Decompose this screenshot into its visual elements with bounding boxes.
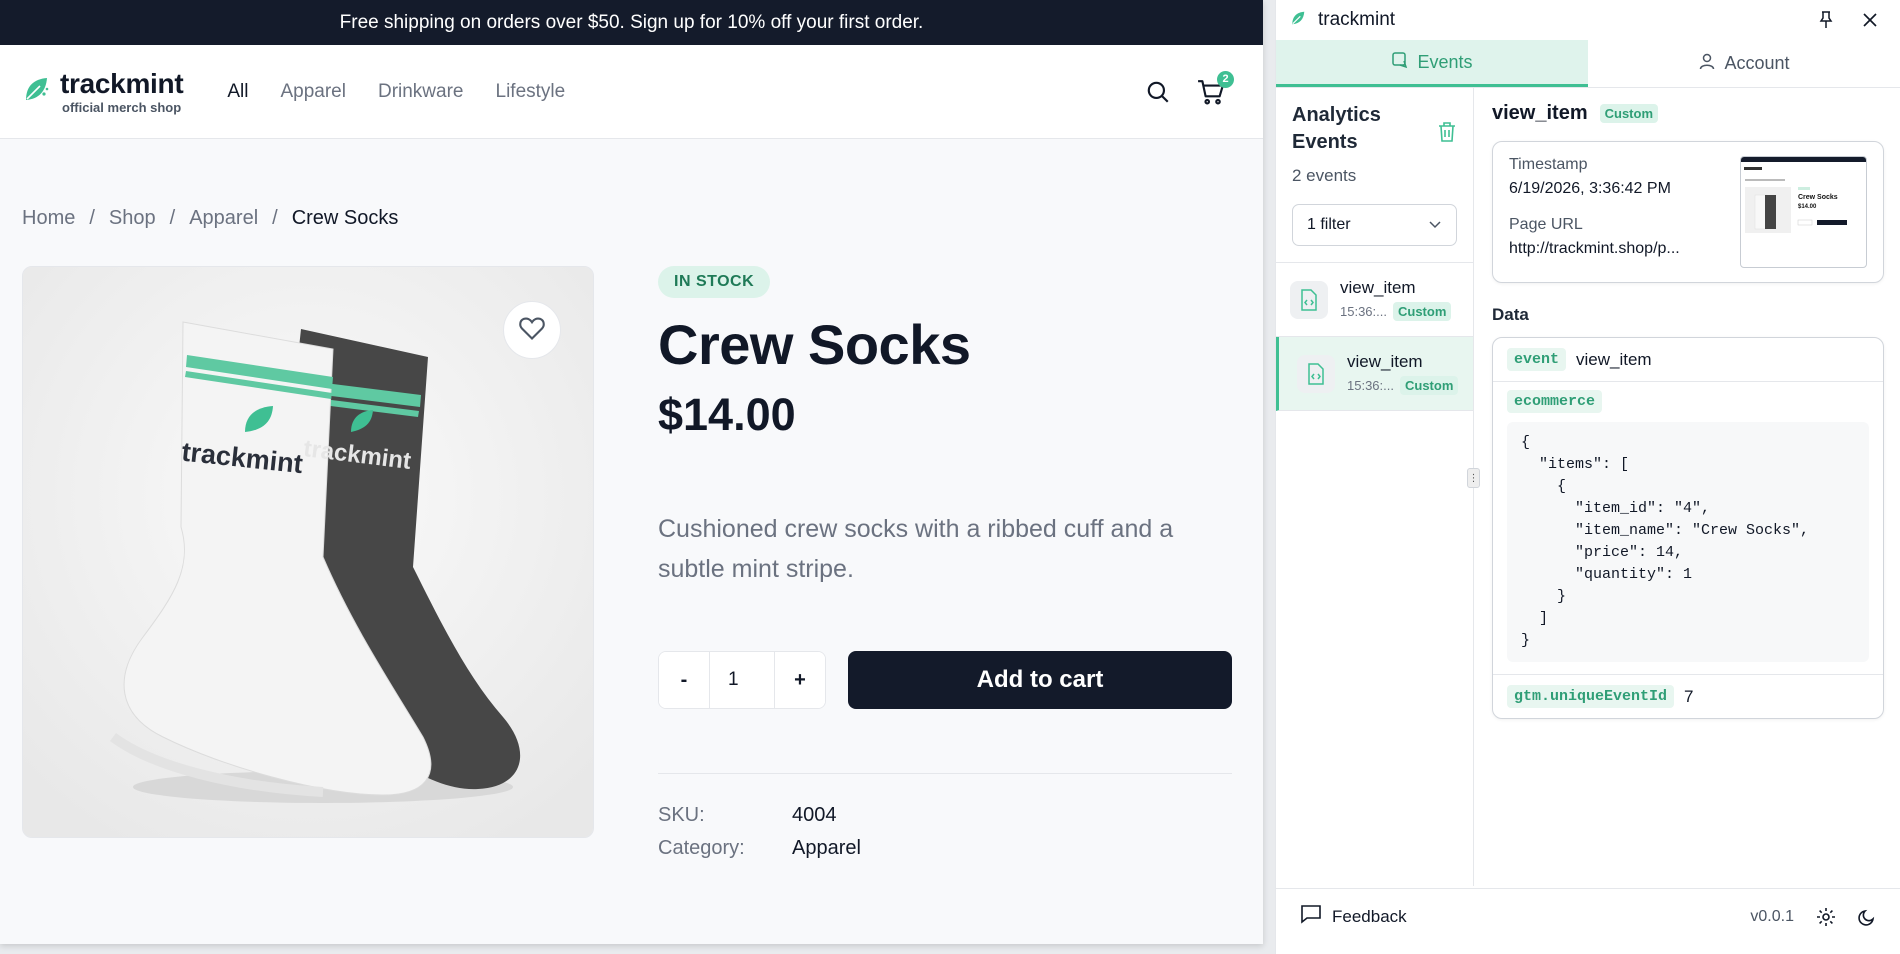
thumb-price: $14.00 [1798, 204, 1817, 210]
events-icon [1391, 51, 1409, 74]
chevron-down-icon [1428, 216, 1442, 234]
data-value-unique-event-id: 7 [1684, 686, 1694, 706]
sku-label: SKU: [658, 804, 705, 826]
event-list-title: Analytics Events [1292, 104, 1381, 153]
nav-drinkware[interactable]: Drinkware [378, 81, 464, 103]
brand-tagline: official merch shop [62, 99, 182, 115]
product-title: Crew Socks [658, 313, 971, 376]
tab-events[interactable]: Events [1276, 40, 1588, 87]
category-value[interactable]: Apparel [792, 837, 861, 860]
product-price: $14.00 [658, 389, 796, 440]
nav-all[interactable]: All [227, 81, 248, 103]
heart-icon [518, 315, 546, 346]
event-tag: Custom [1392, 302, 1452, 321]
filter-dropdown[interactable]: 1 filter [1292, 204, 1457, 246]
quantity-stepper: - + [658, 651, 826, 709]
wishlist-button[interactable] [503, 301, 561, 359]
pin-icon[interactable] [1818, 11, 1834, 29]
thumb-title: Crew Socks [1798, 194, 1838, 201]
trash-icon[interactable] [1437, 108, 1457, 156]
event-name: view_item [1347, 352, 1423, 371]
page-screenshot-thumbnail[interactable]: Crew Socks $14.00 [1740, 156, 1867, 268]
cart-count-badge: 2 [1217, 70, 1234, 88]
divider [658, 773, 1232, 774]
filter-label: 1 filter [1307, 216, 1351, 233]
event-time: 15:36:... [1340, 304, 1387, 319]
breadcrumb-current: Crew Socks [291, 207, 399, 229]
event-tag: Custom [1399, 376, 1459, 395]
moon-icon[interactable] [1858, 908, 1876, 926]
panel-tabs: Events Account [1276, 40, 1900, 88]
panel-footer: Feedback v0.0.1 [1276, 888, 1900, 944]
event-list: Analytics Events 2 events 1 filter view_… [1276, 88, 1480, 886]
breadcrumb-separator: / [89, 207, 95, 229]
category-label: Category: [658, 837, 745, 859]
code-file-icon [1297, 354, 1335, 393]
main-nav: All Apparel Drinkware Lifestyle [227, 81, 565, 103]
announcement-bar: Free shipping on orders over $50. Sign u… [0, 0, 1263, 45]
detail-tag: Custom [1599, 104, 1658, 123]
resize-handle[interactable]: ⋮ [1467, 468, 1480, 488]
nav-apparel[interactable]: Apparel [280, 81, 346, 103]
breadcrumb-apparel[interactable]: Apparel [189, 207, 258, 230]
product-meta: SKU: 4004 Category: Apparel [658, 804, 1232, 860]
nav-lifestyle[interactable]: Lifestyle [496, 81, 566, 103]
timestamp-value: 6/19/2026, 3:36:42 PM [1509, 180, 1671, 197]
feedback-label: Feedback [1332, 906, 1407, 926]
product-description: Cushioned crew socks with a ribbed cuff … [658, 515, 1174, 583]
ecommerce-json: { "items": [ { "item_id": "4", "item_nam… [1507, 422, 1869, 662]
breadcrumb-shop[interactable]: Shop [109, 207, 156, 230]
event-detail: view_item Custom Timestamp 6/19/2026, 3:… [1474, 88, 1900, 886]
close-icon[interactable] [1862, 12, 1878, 28]
sku-value: 4004 [792, 804, 837, 826]
search-icon[interactable] [1145, 79, 1171, 105]
data-key-ecommerce: ecommerce [1507, 390, 1603, 413]
tab-account[interactable]: Account [1588, 40, 1900, 87]
panel-title: trackmint [1318, 9, 1396, 30]
user-icon [1698, 52, 1716, 75]
event-list-item[interactable]: view_item 15:36:... Custom [1276, 263, 1473, 337]
increase-quantity-button[interactable]: + [775, 652, 825, 708]
data-section-label: Data [1492, 305, 1529, 324]
event-data-card: event view_item ecommerce { "items": [ {… [1492, 337, 1884, 719]
feedback-button[interactable]: Feedback [1300, 904, 1407, 929]
breadcrumb-separator: / [169, 207, 176, 229]
breadcrumb-separator: / [272, 207, 278, 229]
data-value-event: view_item [1576, 349, 1652, 369]
announcement-text: Free shipping on orders over $50. Sign u… [339, 11, 924, 33]
stock-badge: IN STOCK [658, 266, 771, 298]
event-meta-card: Timestamp 6/19/2026, 3:36:42 PM Page URL… [1492, 141, 1884, 283]
product-image: trackmint trackmint [22, 266, 594, 838]
page-url-label: Page URL [1509, 216, 1583, 233]
leaf-logo-icon [1290, 9, 1306, 32]
gear-icon[interactable] [1816, 907, 1836, 927]
code-file-icon [1290, 280, 1328, 319]
version-label: v0.0.1 [1750, 907, 1794, 925]
quantity-input[interactable] [709, 652, 775, 708]
chat-bubble-icon [1300, 904, 1322, 929]
breadcrumb: Home / Shop / Apparel / Crew Socks [22, 139, 1241, 230]
brand-logo-link[interactable]: trackmint official merch shop [22, 67, 184, 115]
decrease-quantity-button[interactable]: - [659, 652, 709, 708]
tab-account-label: Account [1724, 53, 1790, 73]
cart-icon[interactable]: 2 [1197, 70, 1234, 105]
brand-name: trackmint [60, 67, 184, 99]
analytics-panel: trackmint Events Account Analytics Event… [1275, 0, 1900, 954]
add-to-cart-button[interactable]: Add to cart [848, 651, 1232, 709]
data-key-unique-event-id: gtm.uniqueEventId [1507, 685, 1675, 708]
event-name: view_item [1340, 278, 1416, 297]
tab-events-label: Events [1417, 51, 1473, 72]
leaf-logo-icon [22, 74, 50, 109]
page-url-value[interactable]: http://trackmint.shop/p... [1509, 240, 1680, 258]
shop-page: Free shipping on orders over $50. Sign u… [0, 0, 1263, 944]
detail-event-name: view_item [1492, 102, 1588, 124]
event-list-item-selected[interactable]: view_item 15:36:... Custom [1276, 337, 1473, 411]
timestamp-label: Timestamp [1509, 156, 1588, 173]
breadcrumb-home[interactable]: Home [22, 207, 75, 230]
event-time: 15:36:... [1347, 378, 1394, 393]
shop-header: trackmint official merch shop All Appare… [0, 45, 1263, 139]
event-count: 2 events [1292, 166, 1357, 185]
data-key-event: event [1507, 348, 1567, 371]
